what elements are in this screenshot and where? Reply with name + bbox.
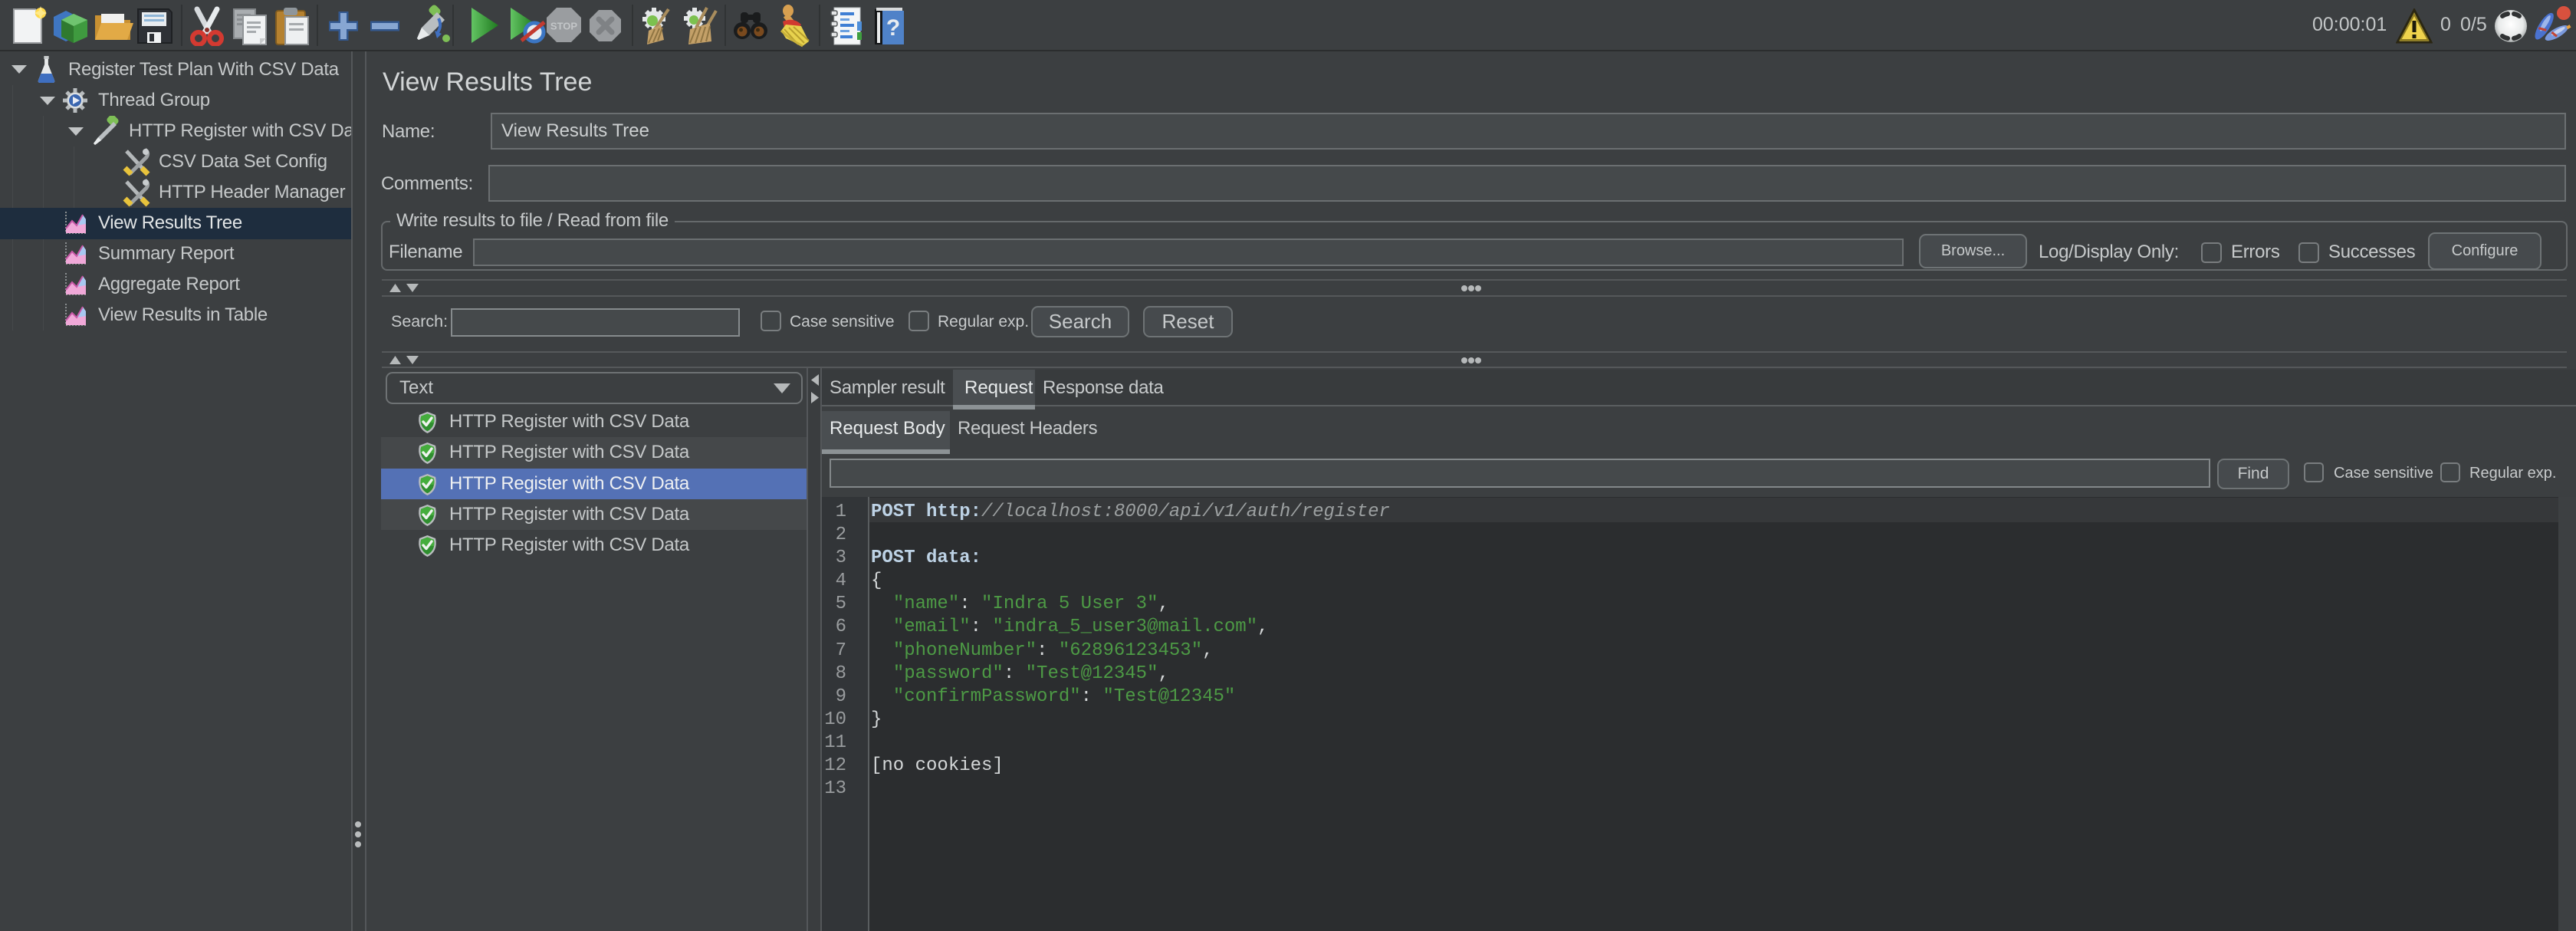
svg-text:STOP: STOP: [550, 21, 577, 32]
svg-text:?: ?: [886, 15, 900, 41]
